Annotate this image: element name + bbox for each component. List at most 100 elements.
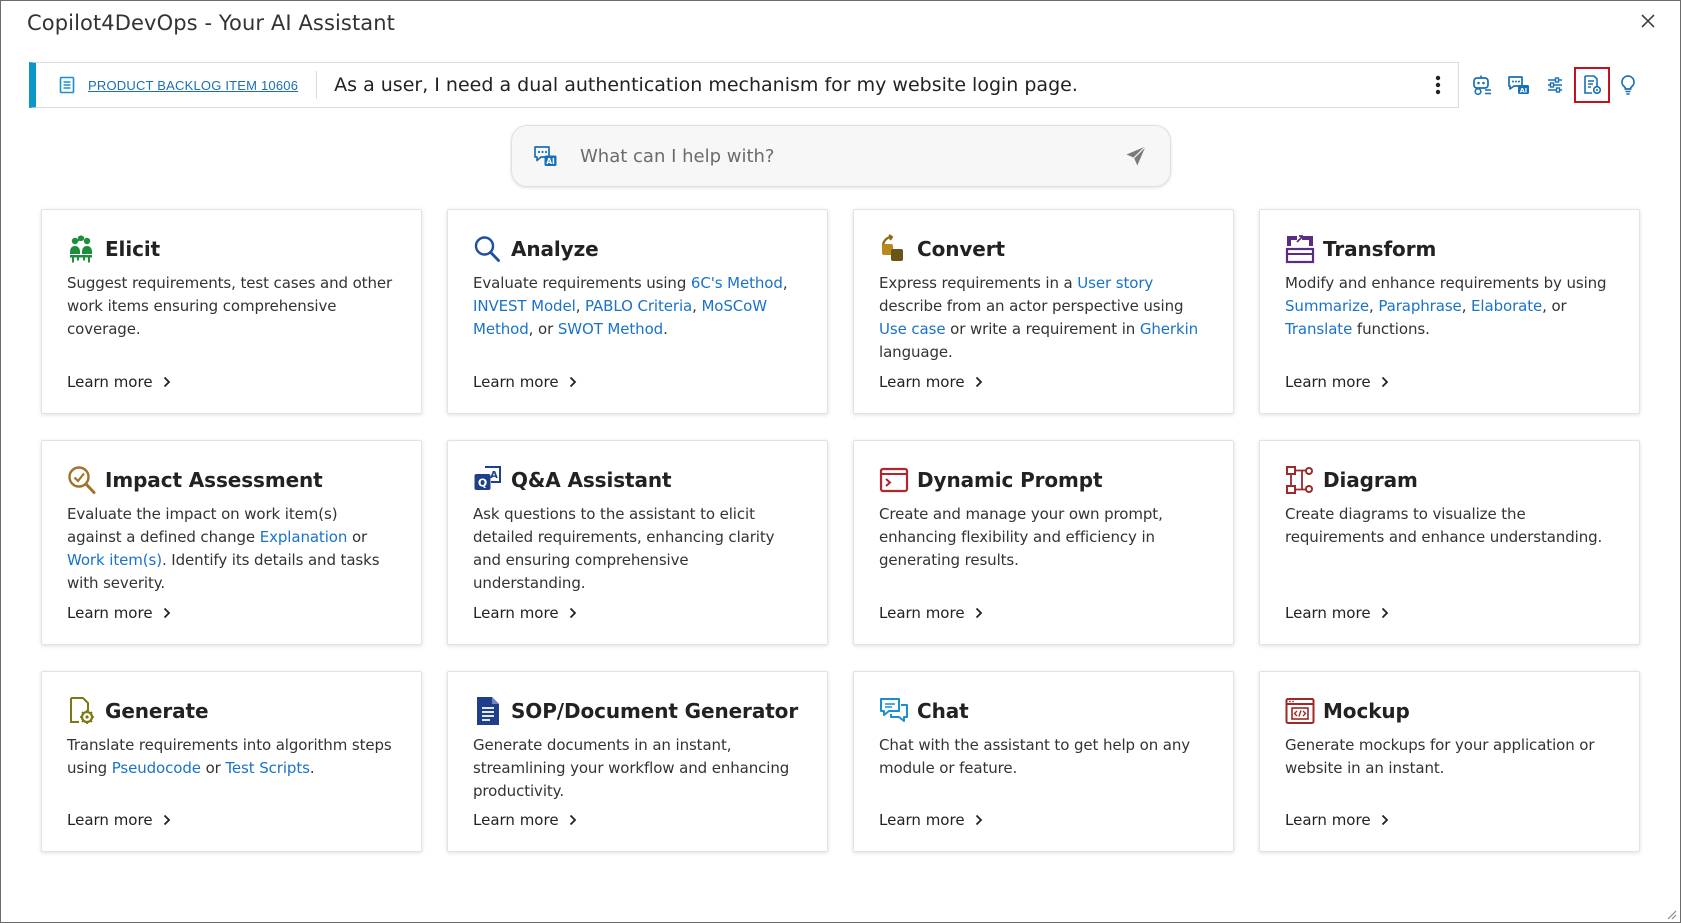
link-paraphrase[interactable]: Paraphrase — [1378, 297, 1461, 315]
card-qa-assistant[interactable]: QA Q&A Assistant Ask questions to the as… — [447, 440, 828, 645]
link-explanation[interactable]: Explanation — [260, 528, 348, 546]
card-title: Generate — [105, 699, 209, 723]
link-invest-model[interactable]: INVEST Model — [473, 297, 576, 315]
generate-icon — [67, 695, 97, 727]
chevron-right-icon — [1381, 607, 1389, 619]
svg-text:AI: AI — [1519, 86, 1526, 94]
card-transform[interactable]: Transform Modify and enhance requirement… — [1259, 209, 1640, 414]
chevron-right-icon — [569, 814, 577, 826]
card-description: Chat with the assistant to get help on a… — [879, 736, 1191, 777]
svg-text:AI: AI — [546, 157, 555, 166]
diagram-icon — [1285, 464, 1315, 496]
card-chat[interactable]: Chat Chat with the assistant to get help… — [853, 671, 1234, 852]
terminal-icon — [879, 464, 909, 496]
work-item-link[interactable]: PRODUCT BACKLOG ITEM 10606 — [88, 78, 298, 93]
settings-sliders-button[interactable] — [1537, 67, 1573, 103]
card-title: Transform — [1323, 237, 1437, 261]
learn-more-link[interactable]: Learn more — [1285, 604, 1389, 622]
card-description: Create diagrams to visualize the require… — [1285, 505, 1603, 546]
learn-more-link[interactable]: Learn more — [67, 373, 171, 391]
card-title: Dynamic Prompt — [917, 468, 1103, 492]
card-dynamic-prompt[interactable]: Dynamic Prompt Create and manage your ow… — [853, 440, 1234, 645]
card-description: Suggest requirements, test cases and oth… — [67, 274, 393, 338]
chevron-right-icon — [163, 376, 171, 388]
link-gherkin[interactable]: Gherkin — [1140, 320, 1198, 338]
tips-button[interactable] — [1610, 67, 1646, 103]
card-title: Mockup — [1323, 699, 1410, 723]
chevron-right-icon — [569, 376, 577, 388]
card-title: Q&A Assistant — [511, 468, 672, 492]
divider — [316, 71, 318, 99]
link-use-case[interactable]: Use case — [879, 320, 946, 338]
card-description: Translate requirements into algorithm st… — [67, 736, 392, 777]
learn-more-link[interactable]: Learn more — [67, 811, 171, 829]
card-diagram[interactable]: Diagram Create diagrams to visualize the… — [1259, 440, 1640, 645]
card-description: Create and manage your own prompt, enhan… — [879, 505, 1163, 569]
link-work-items[interactable]: Work item(s) — [67, 551, 162, 569]
chevron-right-icon — [975, 607, 983, 619]
magnifier-icon — [473, 233, 503, 265]
card-description: Evaluate the impact on work item(s) agai… — [67, 505, 380, 592]
learn-more-link[interactable]: Learn more — [473, 811, 577, 829]
chevron-right-icon — [1381, 814, 1389, 826]
card-title: Chat — [917, 699, 969, 723]
learn-more-link[interactable]: Learn more — [473, 604, 577, 622]
learn-more-link[interactable]: Learn more — [879, 604, 983, 622]
link-swot-method[interactable]: SWOT Method — [558, 320, 663, 338]
link-translate[interactable]: Translate — [1285, 320, 1352, 338]
work-item-bar: PRODUCT BACKLOG ITEM 10606 As a user, I … — [29, 62, 1459, 108]
elicit-icon — [67, 233, 97, 265]
chevron-right-icon — [569, 607, 577, 619]
learn-more-link[interactable]: Learn more — [879, 811, 983, 829]
learn-more-link[interactable]: Learn more — [67, 604, 171, 622]
learn-more-link[interactable]: Learn more — [1285, 373, 1389, 391]
chevron-right-icon — [163, 607, 171, 619]
backlog-item-icon — [58, 76, 76, 94]
card-description: Generate documents in an instant, stream… — [473, 736, 790, 800]
link-user-story[interactable]: User story — [1077, 274, 1153, 292]
learn-more-link[interactable]: Learn more — [879, 373, 983, 391]
document-icon — [473, 695, 503, 727]
qa-icon: QA — [473, 464, 503, 496]
link-pablo-criteria[interactable]: PABLO Criteria — [585, 297, 692, 315]
chevron-right-icon — [975, 376, 983, 388]
close-button[interactable] — [1636, 9, 1660, 33]
bot-settings-button[interactable] — [1464, 67, 1500, 103]
chat-icon — [879, 695, 909, 727]
more-options-button[interactable] — [1426, 69, 1450, 101]
chat-ai-icon: AI — [1507, 76, 1529, 94]
card-generate[interactable]: Generate Translate requirements into alg… — [41, 671, 422, 852]
card-mockup[interactable]: Mockup Generate mockups for your applica… — [1259, 671, 1640, 852]
card-convert[interactable]: Convert Express requirements in a User s… — [853, 209, 1234, 414]
card-description: Express requirements in a User story des… — [879, 274, 1199, 361]
resize-grip-icon[interactable] — [1665, 907, 1677, 920]
send-button[interactable] — [1120, 140, 1152, 172]
chat-ai-icon: AI — [532, 143, 558, 169]
chevron-right-icon — [975, 814, 983, 826]
bot-settings-icon — [1473, 75, 1491, 96]
chevron-right-icon — [163, 814, 171, 826]
link-elaborate[interactable]: Elaborate — [1471, 297, 1542, 315]
chat-ai-button[interactable]: AI — [1501, 67, 1537, 103]
prompt-input[interactable] — [580, 145, 1120, 167]
card-analyze[interactable]: Analyze Evaluate requirements using 6C's… — [447, 209, 828, 414]
lightbulb-icon — [1621, 75, 1635, 95]
card-impact-assessment[interactable]: Impact Assessment Evaluate the impact on… — [41, 440, 422, 645]
document-settings-icon — [1583, 75, 1601, 95]
link-summarize[interactable]: Summarize — [1285, 297, 1369, 315]
card-elicit[interactable]: Elicit Suggest requirements, test cases … — [41, 209, 422, 414]
close-icon — [1641, 14, 1655, 28]
learn-more-link[interactable]: Learn more — [1285, 811, 1389, 829]
send-icon — [1126, 146, 1146, 166]
card-description: Generate mockups for your application or… — [1285, 736, 1595, 777]
document-settings-button[interactable] — [1573, 67, 1610, 103]
link-test-scripts[interactable]: Test Scripts — [225, 759, 310, 777]
card-sop-document-generator[interactable]: SOP/Document Generator Generate document… — [447, 671, 828, 852]
link-6cs-method[interactable]: 6C's Method — [691, 274, 783, 292]
link-pseudocode[interactable]: Pseudocode — [112, 759, 201, 777]
learn-more-link[interactable]: Learn more — [473, 373, 577, 391]
sliders-icon — [1548, 77, 1562, 93]
impact-icon — [67, 464, 97, 496]
card-description: Modify and enhance requirements by using… — [1285, 274, 1607, 338]
work-item-title: As a user, I need a dual authentication … — [334, 74, 1078, 96]
